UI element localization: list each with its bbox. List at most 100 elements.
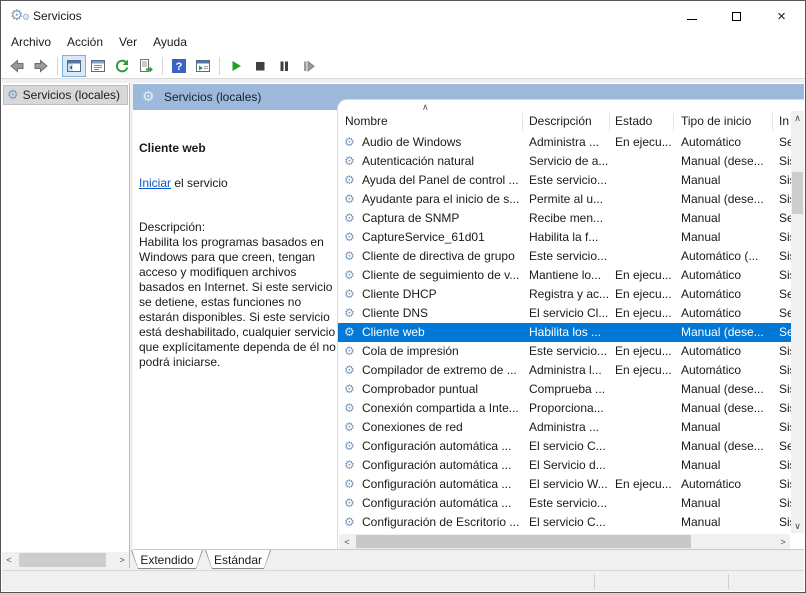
service-row[interactable]: ⚙ Cola de impresión Este servicio... En … <box>338 342 791 361</box>
service-description: Habilita los programas basados en Window… <box>139 235 340 370</box>
scroll-right-icon[interactable]: > <box>776 534 790 549</box>
service-gear-icon: ⚙ <box>344 496 355 510</box>
extended-view-icon <box>195 58 211 74</box>
pause-service-button[interactable] <box>272 55 296 77</box>
service-row[interactable]: ⚙ Conexión compartida a Inte... Proporci… <box>338 399 791 418</box>
cell-nombre: Cliente web <box>362 325 520 339</box>
list-vertical-scrollbar[interactable]: ∧ ∨ <box>791 111 804 533</box>
minimize-button[interactable] <box>669 1 714 31</box>
column-separator[interactable] <box>772 113 773 131</box>
list-column-headers: ∧ Nombre Descripción Estado Tipo de inic… <box>338 111 791 133</box>
column-separator[interactable] <box>673 113 674 131</box>
pause-icon <box>276 58 292 74</box>
scrollbar-thumb[interactable] <box>356 535 691 548</box>
properties-button[interactable] <box>86 55 110 77</box>
help-button[interactable]: ? <box>167 55 191 77</box>
service-gear-icon: ⚙ <box>344 173 355 187</box>
service-row[interactable]: ⚙ Configuración automática ... El servic… <box>338 475 791 494</box>
tree-item-label: Servicios (locales) <box>23 88 120 102</box>
service-row[interactable]: ⚙ Configuración de Escritorio ... El ser… <box>338 513 791 532</box>
cell-tipo-de-inicio: Manual (dese... <box>681 439 775 453</box>
service-row[interactable]: ⚙ Cliente DHCP Registra y ac... En ejecu… <box>338 285 791 304</box>
cell-descripcion: Proporciona... <box>529 401 609 415</box>
cell-descripcion: Este servicio... <box>529 496 609 510</box>
service-row[interactable]: ⚙ Configuración automática ... El servic… <box>338 437 791 456</box>
column-header-tipo-de-inicio[interactable]: Tipo de inicio <box>681 114 770 128</box>
service-gear-icon: ⚙ <box>344 192 355 206</box>
service-row[interactable]: ⚙ Autenticación natural Servicio de a...… <box>338 152 791 171</box>
tab-estandar[interactable]: Estándar <box>205 550 271 569</box>
column-header-nombre[interactable]: Nombre <box>345 114 515 128</box>
service-row[interactable]: ⚙ Cliente web Habilita los ... Manual (d… <box>338 323 791 342</box>
service-row[interactable]: ⚙ Cliente de seguimiento de v... Mantien… <box>338 266 791 285</box>
services-gear-icon: ⚙⚙ <box>10 7 28 25</box>
stop-service-button[interactable] <box>248 55 272 77</box>
show-extended-view-button[interactable] <box>191 55 215 77</box>
service-row[interactable]: ⚙ Audio de Windows Administra ... En eje… <box>338 133 791 152</box>
stop-icon <box>252 58 268 74</box>
scrollbar-thumb[interactable] <box>792 172 803 214</box>
tree-item-servicios-locales[interactable]: ⚙ Servicios (locales) <box>3 85 128 105</box>
cell-descripcion: El Servicio d... <box>529 458 609 472</box>
service-row[interactable]: ⚙ Compilador de extremo de ... Administr… <box>338 361 791 380</box>
column-header-descripcion[interactable]: Descripción <box>529 114 607 128</box>
service-gear-icon: ⚙ <box>344 344 355 358</box>
service-row[interactable]: ⚙ Cliente de directiva de grupo Este ser… <box>338 247 791 266</box>
service-gear-icon: ⚙ <box>344 306 355 320</box>
start-service-button[interactable] <box>224 55 248 77</box>
back-button[interactable] <box>5 55 29 77</box>
help-icon: ? <box>171 58 187 74</box>
menu-archivo[interactable]: Archivo <box>3 32 59 52</box>
properties-icon <box>90 58 106 74</box>
column-header-estado[interactable]: Estado <box>615 114 671 128</box>
service-row[interactable]: ⚙ Captura de SNMP Recibe men... Manual S… <box>338 209 791 228</box>
maximize-icon <box>732 12 741 21</box>
service-row[interactable]: ⚙ CaptureService_61d01 Habilita la f... … <box>338 228 791 247</box>
scroll-left-icon[interactable]: < <box>2 552 16 568</box>
show-console-tree-button[interactable] <box>62 55 86 77</box>
start-service-link[interactable]: Iniciar <box>139 176 171 190</box>
cell-descripcion: Servicio de a... <box>529 154 609 168</box>
service-row[interactable]: ⚙ Conexiones de red Administra ... Manua… <box>338 418 791 437</box>
restart-service-button[interactable] <box>296 55 320 77</box>
maximize-button[interactable] <box>714 1 759 31</box>
cell-estado: En ejecu... <box>615 344 673 358</box>
menu-ayuda[interactable]: Ayuda <box>145 32 195 52</box>
cell-descripcion: Recibe men... <box>529 211 609 225</box>
scroll-down-icon[interactable]: ∨ <box>791 519 804 533</box>
cell-nombre: Configuración automática ... <box>362 496 520 510</box>
scroll-right-icon[interactable]: > <box>115 552 129 568</box>
cell-estado: En ejecu... <box>615 306 673 320</box>
cell-tipo-de-inicio: Manual (dese... <box>681 325 775 339</box>
menu-ver[interactable]: Ver <box>111 32 145 52</box>
cell-descripcion: El servicio C... <box>529 515 609 529</box>
menu-accion[interactable]: Acción <box>59 32 111 52</box>
service-row[interactable]: ⚙ Configuración automática ... El Servic… <box>338 456 791 475</box>
scroll-up-icon[interactable]: ∧ <box>791 111 804 125</box>
service-row[interactable]: ⚙ Ayuda del Panel de control ... Este se… <box>338 171 791 190</box>
column-separator[interactable] <box>609 113 610 131</box>
service-row[interactable]: ⚙ Ayudante para el inicio de s... Permit… <box>338 190 791 209</box>
services-view-panel: ⚙ Servicios (locales) Cliente web Inicia… <box>133 83 804 571</box>
column-separator[interactable] <box>522 113 523 131</box>
forward-button[interactable] <box>29 55 53 77</box>
refresh-button[interactable] <box>110 55 134 77</box>
cell-estado: En ejecu... <box>615 477 673 491</box>
main-area: ⚙ Servicios (locales) < > ⚙ Servicios (l… <box>2 79 804 591</box>
tree-horizontal-scrollbar[interactable]: < > <box>2 552 129 568</box>
export-list-button[interactable] <box>134 55 158 77</box>
cell-descripcion: Administra ... <box>529 420 609 434</box>
cell-tipo-de-inicio: Automático <box>681 306 775 320</box>
cell-descripcion: Registra y ac... <box>529 287 609 301</box>
tab-extendido[interactable]: Extendido <box>131 550 203 569</box>
service-row[interactable]: ⚙ Comprobador puntual Comprueba ... Manu… <box>338 380 791 399</box>
scrollbar-thumb[interactable] <box>19 553 106 567</box>
minimize-icon <box>687 19 697 20</box>
list-horizontal-scrollbar[interactable]: < > <box>339 534 790 549</box>
scroll-left-icon[interactable]: < <box>340 534 354 549</box>
start-service-line: Iniciar el servicio <box>139 176 228 190</box>
close-button[interactable]: × <box>759 1 804 31</box>
service-row[interactable]: ⚙ Cliente DNS El servicio Cl... En ejecu… <box>338 304 791 323</box>
service-row[interactable]: ⚙ Configuración automática ... Este serv… <box>338 494 791 513</box>
cell-nombre: Configuración automática ... <box>362 477 520 491</box>
